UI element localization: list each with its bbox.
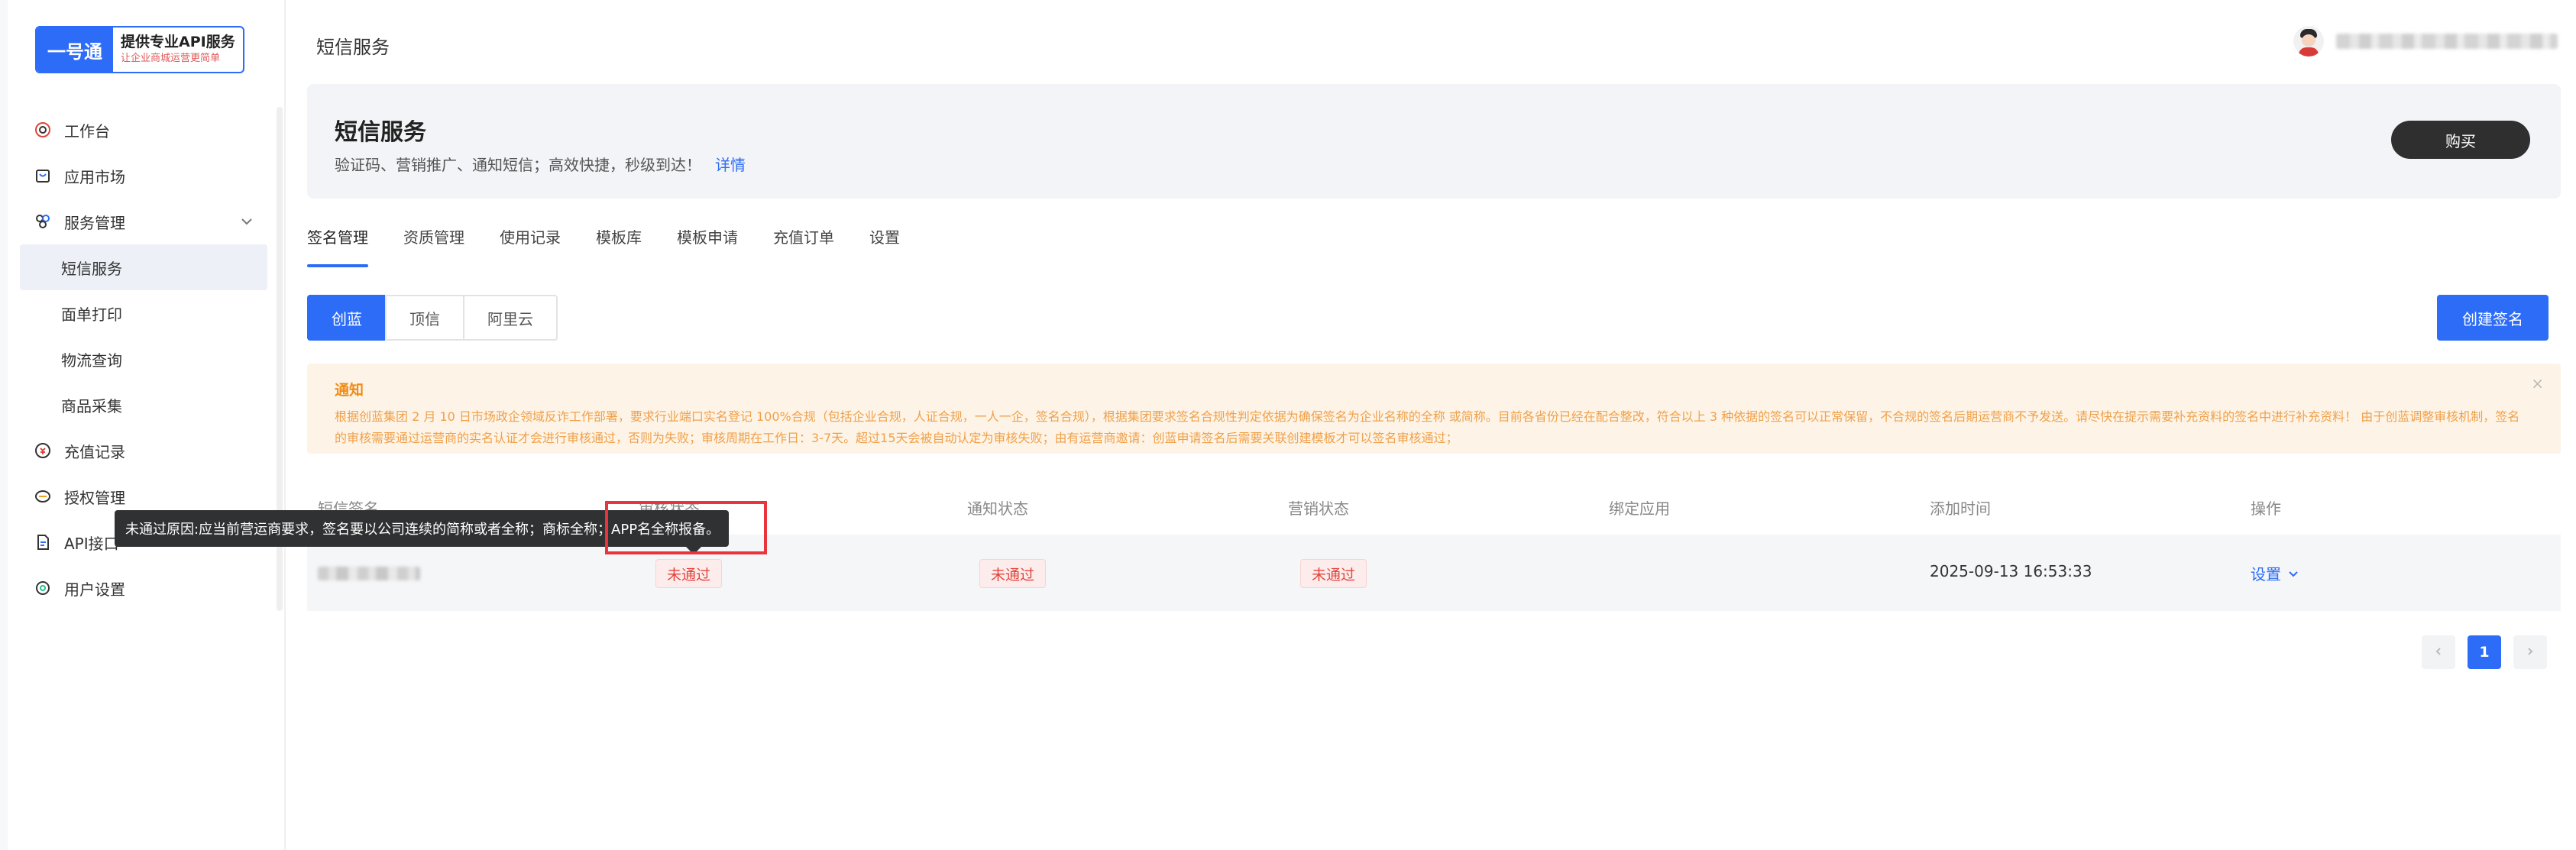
sidebar: 一号通 提供专业API服务 让企业商城运营更简单 工作台 应用市场 服务管理 短… xyxy=(0,0,286,850)
column-header: 操作 xyxy=(2251,499,2281,518)
user-name-redacted xyxy=(2336,34,2558,49)
chevron-left-icon xyxy=(2433,644,2444,661)
sidebar-item-label: 面单打印 xyxy=(61,305,122,324)
provider-dingxin[interactable]: 顶信 xyxy=(385,295,464,341)
service-banner: 短信服务 验证码、营销推广、通知短信；高效快捷，秒级到达！ 详情 购买 xyxy=(307,84,2561,199)
sidebar-item-app-market[interactable]: 应用市场 xyxy=(0,153,277,199)
user-menu[interactable] xyxy=(2293,26,2558,57)
notice-title: 通知 xyxy=(335,382,364,399)
audit-status-badge[interactable]: 未通过 xyxy=(655,559,723,588)
tab-usage-records[interactable]: 使用记录 xyxy=(500,221,561,267)
signature-name-redacted xyxy=(318,567,420,580)
logo-title: 提供专业API服务 xyxy=(121,34,235,50)
close-icon[interactable]: × xyxy=(2531,374,2544,393)
column-header: 通知状态 xyxy=(967,499,1028,518)
sidebar-item-label: 服务管理 xyxy=(64,213,125,232)
document-icon xyxy=(34,533,52,551)
detail-link[interactable]: 详情 xyxy=(715,156,746,174)
prev-page-button[interactable] xyxy=(2422,635,2455,669)
sidebar-item-product-collection[interactable]: 商品采集 xyxy=(0,382,277,428)
tab-settings[interactable]: 设置 xyxy=(869,221,900,267)
provider-switch: 创蓝 顶信 阿里云 xyxy=(307,295,558,341)
tab-template-library[interactable]: 模板库 xyxy=(596,221,642,267)
notify-status-badge: 未通过 xyxy=(979,559,1047,588)
tab-qualification-management[interactable]: 资质管理 xyxy=(403,221,464,267)
banner-description: 验证码、营销推广、通知短信；高效快捷，秒级到达！ 详情 xyxy=(335,153,746,175)
annotation-highlight-box xyxy=(605,501,767,554)
sidebar-item-label: 短信服务 xyxy=(61,259,122,278)
sidebar-item-label: 物流查询 xyxy=(61,351,122,370)
sidebar-item-label: 用户设置 xyxy=(64,580,125,599)
coin-icon xyxy=(34,441,52,460)
chevron-up-icon[interactable] xyxy=(240,214,254,232)
logo-subtitle: 让企业商城运营更简单 xyxy=(121,53,221,64)
tab-recharge-orders[interactable]: 充值订单 xyxy=(773,221,834,267)
settings-action-label: 设置 xyxy=(2251,565,2281,583)
logo[interactable]: 一号通 提供专业API服务 让企业商城运营更简单 xyxy=(35,26,244,73)
target-icon xyxy=(34,121,52,139)
logo-text: 提供专业API服务 让企业商城运营更简单 xyxy=(113,27,235,72)
tab-bar: 签名管理 资质管理 使用记录 模板库 模板申请 充值订单 设置 xyxy=(307,221,935,267)
provider-chuanglan[interactable]: 创蓝 xyxy=(307,295,387,341)
logo-mark: 一号通 xyxy=(37,27,113,72)
sidebar-item-user-settings[interactable]: 用户设置 xyxy=(0,565,277,611)
column-header: 营销状态 xyxy=(1288,499,1349,518)
column-header: 添加时间 xyxy=(1930,499,1991,518)
column-header: 绑定应用 xyxy=(1609,499,1670,518)
sidebar-item-workbench[interactable]: 工作台 xyxy=(0,107,277,153)
page-number-current[interactable]: 1 xyxy=(2468,635,2501,669)
tab-signature-management[interactable]: 签名管理 xyxy=(307,221,368,267)
services-icon xyxy=(34,212,52,231)
authorize-icon xyxy=(34,487,52,506)
top-header: 短信服务 xyxy=(286,0,2576,86)
sidebar-item-waybill-print[interactable]: 面单打印 xyxy=(0,290,277,336)
sidebar-item-service-management[interactable]: 服务管理 xyxy=(0,199,277,244)
banner-description-text: 验证码、营销推广、通知短信；高效快捷，秒级到达！ xyxy=(335,156,701,174)
tab-template-application[interactable]: 模板申请 xyxy=(677,221,738,267)
page-title: 短信服务 xyxy=(316,37,390,58)
avatar[interactable] xyxy=(2293,26,2324,57)
create-signature-button[interactable]: 创建签名 xyxy=(2437,295,2548,341)
store-icon xyxy=(34,166,52,185)
sidebar-item-recharge-records[interactable]: 充值记录 xyxy=(0,428,277,473)
sidebar-item-label: 商品采集 xyxy=(61,396,122,415)
settings-icon xyxy=(34,579,52,597)
sidebar-item-sms-service[interactable]: 短信服务 xyxy=(20,244,267,290)
notice-alert: 通知 根据创蓝集团 2 月 10 日市场政企领域反诈工作部署，要求行业端口实名登… xyxy=(307,364,2561,454)
chevron-right-icon xyxy=(2525,644,2536,661)
next-page-button[interactable] xyxy=(2513,635,2547,669)
sidebar-item-label: 充值记录 xyxy=(64,442,125,461)
provider-aliyun[interactable]: 阿里云 xyxy=(463,295,558,341)
buy-button[interactable]: 购买 xyxy=(2391,121,2530,159)
sidebar-item-label: 工作台 xyxy=(64,121,110,141)
added-time: 2025-09-13 16:53:33 xyxy=(1930,562,2092,580)
sidebar-item-label: API接口 xyxy=(64,534,119,553)
marketing-status-badge: 未通过 xyxy=(1300,559,1367,588)
sidebar-item-logistics-query[interactable]: 物流查询 xyxy=(0,336,277,382)
chevron-down-icon xyxy=(2287,567,2299,580)
notice-body: 根据创蓝集团 2 月 10 日市场政企领域反诈工作部署，要求行业端口实名登记 1… xyxy=(335,409,2520,445)
banner-title: 短信服务 xyxy=(335,119,426,146)
settings-dropdown[interactable]: 设置 xyxy=(2251,562,2299,584)
sidebar-item-label: 应用市场 xyxy=(64,167,125,186)
sidebar-item-label: 授权管理 xyxy=(64,488,125,507)
